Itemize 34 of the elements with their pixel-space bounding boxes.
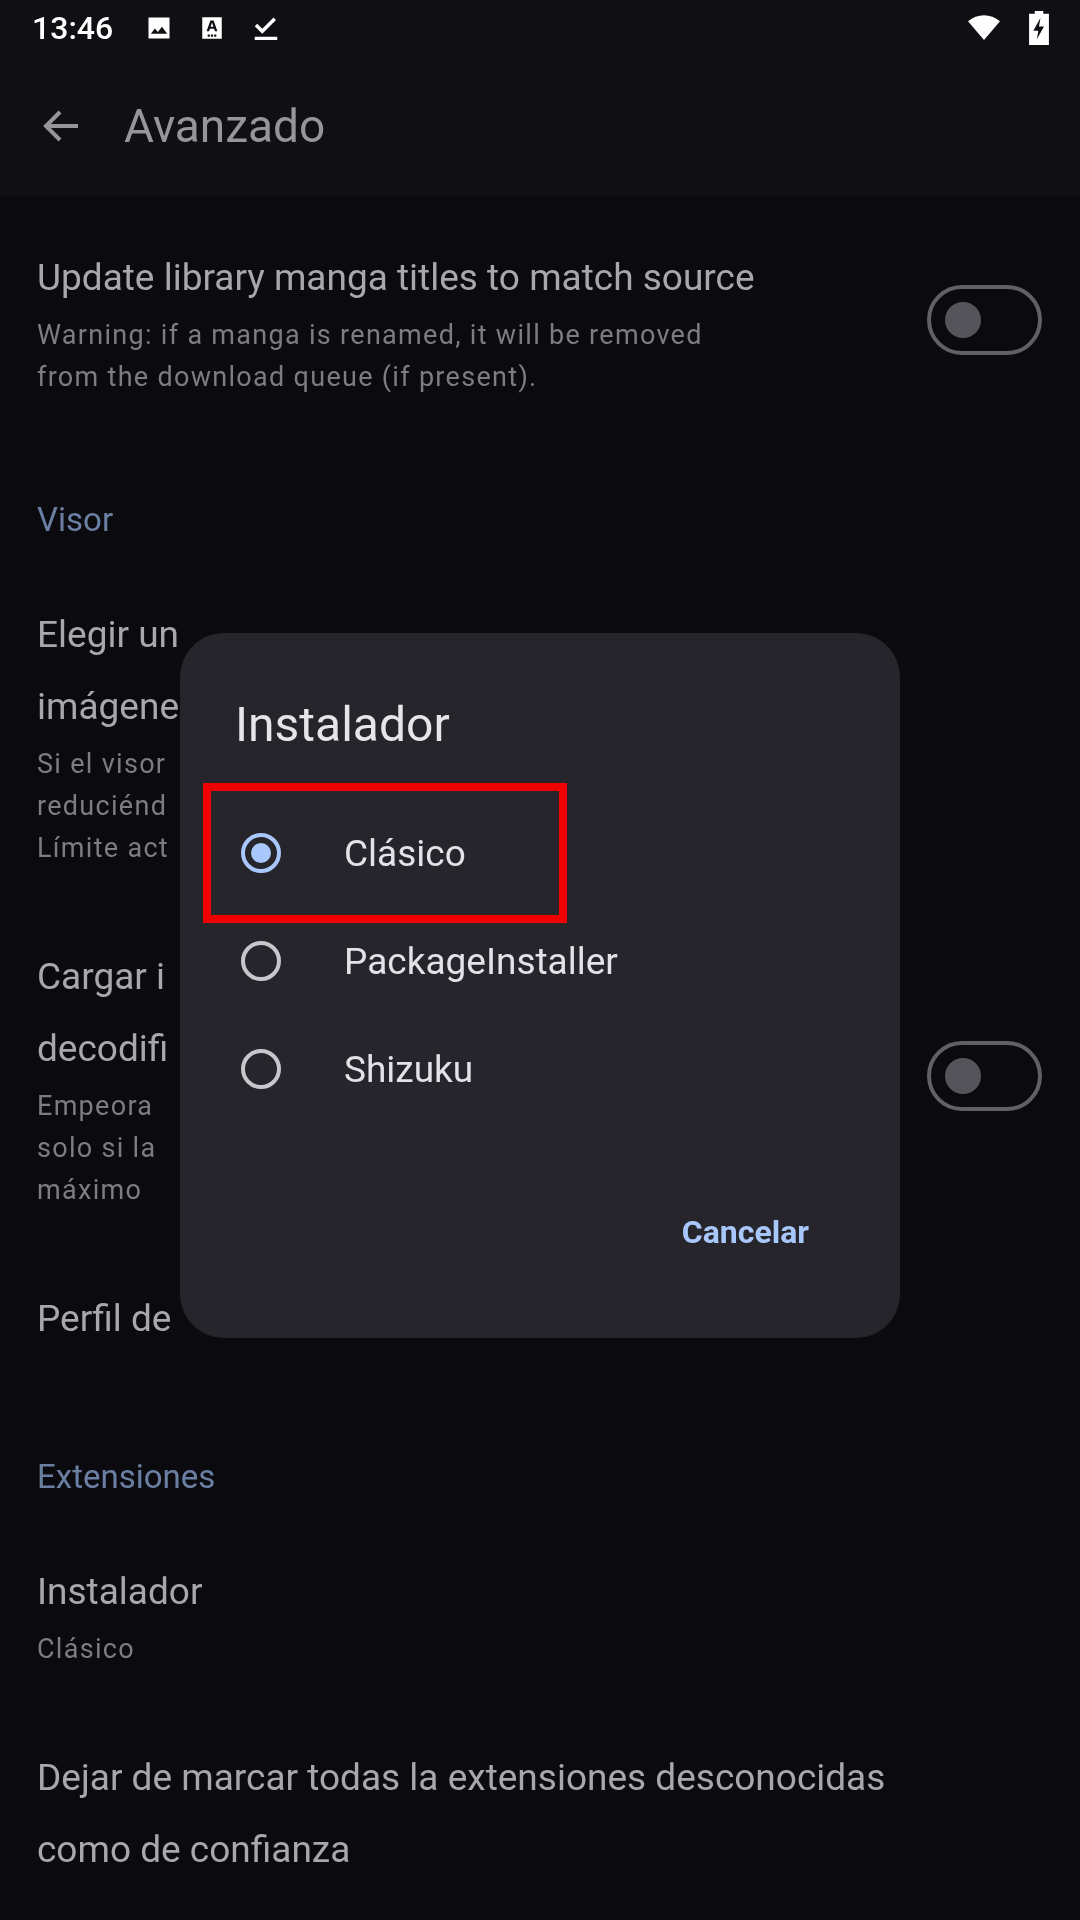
setting-summary: Clásico (37, 1632, 135, 1667)
setting-title[interactable]: Cargar i (37, 941, 166, 1013)
cancel-button[interactable]: Cancelar (668, 1200, 822, 1264)
radio-button[interactable] (241, 1049, 281, 1089)
radio-button[interactable] (241, 833, 281, 873)
dialog-title: Instalador (235, 695, 450, 755)
battery-charging-icon (1028, 11, 1050, 45)
setting-summary: reduciénd (37, 789, 168, 824)
section-header: Visor (37, 499, 115, 541)
setting-summary: Si el visor (37, 747, 167, 782)
setting-summary: from the download queue (if present). (37, 360, 538, 395)
setting-summary: Warning: if a manga is renamed, it will be removed (37, 318, 703, 353)
setting-title[interactable]: decodifi (37, 1013, 169, 1085)
toggle-switch[interactable] (927, 1041, 1042, 1111)
toolbar-title: Avanzado (124, 99, 326, 153)
option-label[interactable]: Shizuku (344, 1047, 474, 1091)
radio-button[interactable] (241, 941, 281, 981)
toggle-switch[interactable] (927, 285, 1042, 355)
setting-title[interactable]: Perfil de (37, 1283, 172, 1355)
setting-summary: solo si la (37, 1131, 157, 1166)
setting-title[interactable]: Update library manga titles to match source (37, 242, 755, 314)
option-label[interactable]: Clásico (344, 831, 466, 875)
setting-summary: Empeora (37, 1089, 154, 1124)
setting-title[interactable]: Dejar de marcar todas la extensiones desconocidas (37, 1742, 886, 1814)
setting-title[interactable]: Elegir un (37, 599, 179, 671)
option-label[interactable]: PackageInstaller (344, 939, 618, 983)
setting-summary: máximo (37, 1173, 143, 1208)
setting-title[interactable]: como de confianza (37, 1814, 351, 1886)
section-header: Extensiones (37, 1456, 217, 1498)
status-time: 13:46 (32, 9, 114, 47)
setting-title[interactable]: Instalador (37, 1556, 203, 1628)
setting-title[interactable]: imágene (37, 671, 180, 743)
setting-summary: Límite act (37, 831, 169, 866)
back-arrow-icon[interactable] (42, 109, 80, 143)
